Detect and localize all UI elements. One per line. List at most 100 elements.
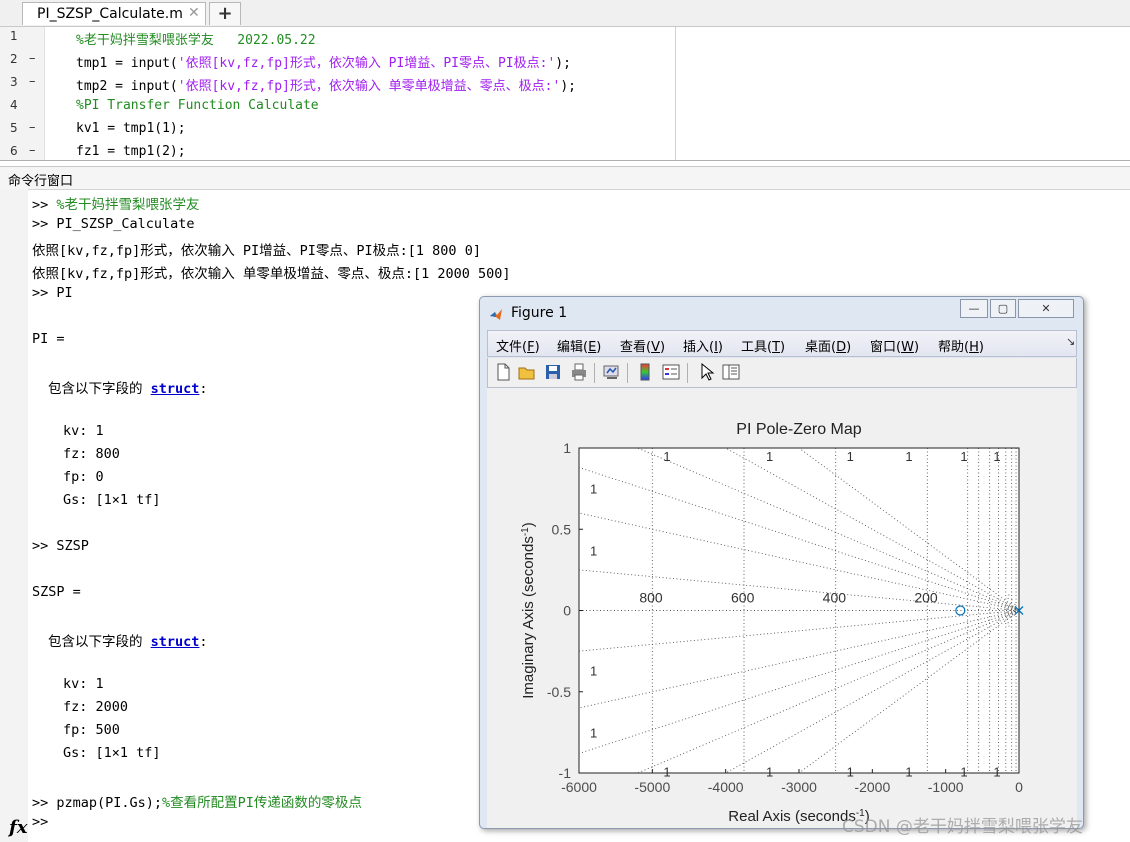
add-tab-button[interactable]: +: [209, 2, 241, 25]
command-text: :: [199, 381, 208, 397]
y-axis-label-part: ): [520, 522, 537, 527]
menu-label-tail: ): [780, 340, 786, 355]
struct-link[interactable]: struct: [151, 381, 200, 397]
command-text: fp: 500: [63, 722, 120, 738]
function-browser-icon[interactable]: fx: [9, 817, 27, 838]
tab-pi-szsp-calculate[interactable]: PI_SZSP_Calculate.m ✕: [22, 2, 206, 25]
menu-accelerator: F: [527, 340, 535, 355]
command-text: %老干妈拌雪梨喂张学友: [56, 197, 200, 213]
menu-overflow-icon[interactable]: ↘: [1066, 335, 1075, 348]
struct-link[interactable]: struct: [151, 634, 200, 650]
code-text: tmp2 = input('依照[kv,fz,fp]形式，依次输入 单零单极增益…: [76, 75, 576, 94]
breakpoint-marker[interactable]: –: [29, 143, 36, 158]
editor-line[interactable]: 4 %PI Transfer Function Calculate: [0, 96, 675, 119]
code-editor[interactable]: 1 %老干妈拌雪梨喂张学友 2022.05.22 2– tmp1 = input('依…: [0, 27, 1130, 161]
command-line: fp: 500: [63, 722, 120, 745]
toolbar-separator: [627, 363, 628, 383]
command-line: >> PI_SZSP_Calculate: [32, 216, 195, 239]
code-segment: );: [560, 79, 576, 94]
menu-item[interactable]: 编辑(E): [557, 336, 601, 355]
insert-colorbar-icon[interactable]: [636, 363, 654, 381]
command-text: 依照[kv,fz,fp]形式，依次输入 PI增益、PI零点、PI极点:[1 80…: [32, 243, 481, 259]
figure-menu-bar: 文件(F) 编辑(E) 查看(V) 插入(I) 工具(T) 桌面(D) 窗口(W) 帮助(H)…: [487, 330, 1077, 357]
code-segment: '依照[kv,fz,fp]形式，依次输入 PI增益、PI零点、PI极点:': [177, 56, 556, 71]
command-text: >>: [32, 197, 57, 213]
save-icon[interactable]: [544, 363, 562, 381]
link-plot-icon[interactable]: [602, 363, 620, 381]
editor-line[interactable]: 2– tmp1 = input('依照[kv,fz,fp]形式，依次输入 PI增益…: [0, 50, 675, 73]
menu-item[interactable]: 插入(I): [683, 336, 723, 355]
figure-window[interactable]: Figure 1 — ▢ ✕ 文件(F) 编辑(E) 查看(V) 插入(I) 工具(T)…: [479, 296, 1084, 829]
menu-label-tail: ): [978, 340, 984, 355]
y-tick-label: 0.5: [552, 521, 572, 537]
command-window-title: 命令行窗口: [8, 174, 74, 189]
command-line: 包含以下字段的 struct:: [48, 377, 208, 400]
editor-line[interactable]: 3– tmp2 = input('依照[kv,fz,fp]形式，依次输入 单零单极…: [0, 73, 675, 96]
menu-accelerator: V: [651, 340, 660, 355]
menu-item[interactable]: 帮助(H): [938, 336, 984, 355]
menu-item[interactable]: 文件(F): [496, 336, 540, 355]
menu-item[interactable]: 工具(T): [741, 336, 785, 355]
right-margin-line: [675, 27, 676, 160]
menu-label: 帮助(: [938, 340, 970, 355]
menu-accelerator: D: [836, 340, 847, 355]
command-text: kv: 1: [63, 676, 104, 692]
code-text: fz1 = tmp1(2);: [76, 144, 186, 159]
open-file-icon[interactable]: [518, 363, 536, 381]
x-tick-label: -1000: [928, 779, 964, 795]
print-icon[interactable]: [570, 363, 588, 381]
command-text: :: [199, 634, 208, 650]
editor-line[interactable]: 5– kv1 = tmp1(1);: [0, 119, 675, 142]
y-tick-label: -1: [559, 765, 572, 781]
minimize-button[interactable]: —: [960, 299, 988, 318]
pole-zero-plot[interactable]: 800 600 400 200 1 1 1 1 1 1 1 1 1 1 1 1 1 1 1 1 -6000 -5000 -4…: [487, 388, 1077, 828]
menu-label-tail: ): [913, 340, 920, 355]
x-tick-label: 0: [1015, 779, 1023, 795]
breakpoint-marker[interactable]: –: [29, 120, 36, 135]
frequency-label: 600: [731, 589, 755, 605]
command-line: fp: 0: [63, 469, 104, 492]
frequency-label: 200: [914, 589, 938, 605]
close-icon[interactable]: ✕: [188, 5, 200, 21]
code-segment: kv1 = tmp1(1);: [76, 121, 186, 136]
y-axis-label-part: Imaginary Axis (seconds: [520, 536, 537, 699]
edit-plot-icon[interactable]: [698, 363, 716, 381]
editor-tab-strip: PI_SZSP_Calculate.m ✕ +: [0, 0, 1130, 27]
tab-label: PI_SZSP_Calculate.m: [37, 6, 183, 22]
menu-label: 查看(: [620, 340, 652, 355]
y-axis-label: Imaginary Axis (seconds-1): [520, 522, 538, 698]
property-inspector-icon[interactable]: [722, 363, 740, 381]
command-line: fz: 2000: [63, 699, 128, 722]
x-tick-label: -3000: [781, 779, 817, 795]
command-line: SZSP =: [32, 584, 81, 607]
insert-legend-icon[interactable]: [662, 363, 680, 381]
menu-label-tail: ): [846, 340, 852, 355]
frequency-label: 400: [823, 589, 847, 605]
figure-title-bar[interactable]: Figure 1 — ▢ ✕: [480, 297, 1083, 330]
command-text: >> pzmap(PI.Gs);: [32, 795, 163, 811]
toolbar-separator: [687, 363, 688, 383]
command-line: 依照[kv,fz,fp]形式，依次输入 单零单极增益、零点、极点:[1 2000…: [32, 262, 511, 285]
menu-item[interactable]: 查看(V): [620, 336, 665, 355]
line-number: 3: [10, 75, 18, 89]
damping-label: 1: [993, 764, 1000, 779]
menu-accelerator: T: [772, 340, 781, 355]
menu-item[interactable]: 桌面(D): [805, 336, 851, 355]
x-tick-label: -4000: [708, 779, 744, 795]
figure-canvas[interactable]: 800 600 400 200 1 1 1 1 1 1 1 1 1 1 1 1 1 1 1 1 -6000 -5000 -4…: [487, 388, 1077, 828]
breakpoint-marker[interactable]: –: [29, 51, 36, 66]
damping-label: 1: [960, 449, 967, 464]
command-line: Gs: [1×1 tf]: [63, 492, 161, 515]
close-button[interactable]: ✕: [1018, 299, 1074, 318]
editor-line[interactable]: 1 %老干妈拌雪梨喂张学友 2022.05.22: [0, 27, 675, 50]
breakpoint-marker[interactable]: –: [29, 74, 36, 89]
damping-label: 1: [663, 449, 670, 464]
menu-item[interactable]: 窗口(W): [870, 336, 919, 355]
command-window-header: 命令行窗口: [0, 166, 1130, 190]
editor-line[interactable]: 6– fz1 = tmp1(2);: [0, 142, 675, 160]
new-figure-icon[interactable]: [494, 363, 512, 381]
plot-area: [579, 448, 1019, 773]
menu-label-tail: ): [659, 340, 666, 355]
damping-label: 1: [905, 764, 912, 779]
restore-button[interactable]: ▢: [990, 299, 1016, 318]
